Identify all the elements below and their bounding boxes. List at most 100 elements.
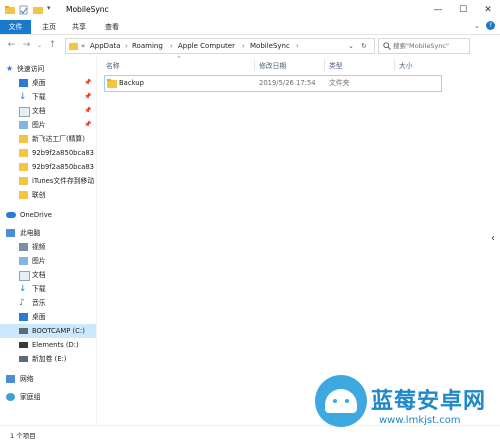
drive-icon: [19, 356, 28, 362]
maximize-button[interactable]: ☐: [451, 0, 475, 20]
folder-icon: [69, 42, 78, 50]
download-icon: ↓: [19, 284, 27, 294]
sidebar-item-desktop[interactable]: 桌面 📌: [0, 76, 96, 90]
tab-home[interactable]: 主页: [36, 20, 62, 34]
desktop-icon: [19, 79, 28, 87]
minimize-button[interactable]: —: [426, 0, 450, 20]
column-header-type[interactable]: 类型: [329, 60, 343, 70]
document-icon: [19, 107, 30, 117]
drive-icon: [19, 328, 28, 334]
sidebar-item-music[interactable]: ♪ 音乐: [0, 296, 96, 310]
column-divider[interactable]: [254, 59, 255, 71]
breadcrumb-overflow[interactable]: «: [81, 40, 85, 52]
cloud-icon: [6, 212, 16, 218]
sidebar-item-onedrive[interactable]: OneDrive: [0, 208, 96, 222]
pin-icon[interactable]: 📌: [84, 104, 91, 118]
homegroup-icon: [6, 393, 15, 401]
file-name[interactable]: Backup: [119, 78, 144, 89]
file-type: 文件夹: [329, 79, 350, 87]
computer-icon: [6, 229, 15, 237]
watermark: 蓝莓安卓网 www.lmkjst.com: [315, 375, 495, 437]
sidebar-item-this-pc[interactable]: 此电脑: [0, 226, 96, 240]
sidebar-item-label: 文档: [32, 271, 46, 279]
watermark-brand: 蓝莓安卓网: [371, 389, 487, 414]
sidebar-item-label: 新飞达工厂(精算): [32, 135, 85, 143]
sidebar-item-folder[interactable]: 92b9f2a850bca83: [0, 146, 96, 160]
sidebar-item-folder[interactable]: 新飞达工厂(精算): [0, 132, 96, 146]
sidebar-item-label: 此电脑: [20, 229, 41, 237]
sidebar-item-folder[interactable]: iTunes文件存到移动: [0, 174, 96, 188]
sidebar-item-pictures[interactable]: 图片 📌: [0, 118, 96, 132]
sidebar-item-label: 音乐: [32, 299, 46, 307]
refresh-icon[interactable]: ↻: [361, 40, 367, 52]
sidebar-item-label: 家庭组: [20, 393, 41, 401]
close-button[interactable]: ✕: [476, 0, 500, 20]
sidebar-item-documents[interactable]: 文档: [0, 268, 96, 282]
sidebar-item-label: 下载: [32, 285, 46, 293]
properties-icon[interactable]: [19, 5, 29, 15]
breadcrumb-mobilesync[interactable]: MobileSync: [250, 40, 290, 52]
desktop-icon: [19, 313, 28, 321]
sidebar-item-folder[interactable]: 联创: [0, 188, 96, 202]
search-input[interactable]: 搜索"MobileSync": [378, 38, 470, 54]
breadcrumb-apple-computer[interactable]: Apple Computer: [178, 40, 235, 52]
download-icon: ↓: [19, 92, 27, 102]
watermark-url: www.lmkjst.com: [379, 415, 461, 426]
sidebar-item-downloads[interactable]: ↓ 下载 📌: [0, 90, 96, 104]
column-headers: 名称 ⌃ 修改日期 类型 大小: [102, 55, 442, 73]
column-divider[interactable]: [324, 59, 325, 71]
watermark-logo: [315, 375, 367, 427]
column-header-name[interactable]: 名称: [106, 60, 120, 70]
sidebar-item-drive-d[interactable]: Elements (D:): [0, 338, 96, 352]
sidebar-item-videos[interactable]: 视频: [0, 240, 96, 254]
sidebar-item-label: 联创: [32, 191, 46, 199]
tab-share[interactable]: 共享: [66, 20, 92, 34]
star-icon: ★: [6, 64, 14, 73]
expand-ribbon-icon[interactable]: ⌄: [474, 22, 480, 30]
sidebar-item-label: 下载: [32, 93, 46, 101]
sidebar-item-label: 桌面: [32, 79, 46, 87]
sidebar-item-network[interactable]: 网络: [0, 372, 96, 386]
sidebar-item-documents[interactable]: 文档 📌: [0, 104, 96, 118]
new-folder-icon[interactable]: [33, 5, 43, 15]
sidebar-item-label: 快速访问: [17, 65, 45, 73]
sidebar-item-desktop[interactable]: 桌面: [0, 310, 96, 324]
up-arrow-icon[interactable]: ↑: [47, 40, 58, 51]
folder-icon: [19, 191, 28, 199]
picture-icon: [19, 257, 28, 265]
title-bar: ▾ MobileSync — ☐ ✕: [0, 0, 500, 21]
breadcrumb-appdata[interactable]: AppData: [90, 40, 120, 52]
item-count: 1 个项目: [10, 432, 36, 440]
chevron-left-icon[interactable]: ‹: [491, 233, 495, 244]
back-arrow-icon[interactable]: ←: [6, 40, 17, 51]
sidebar-item-label: OneDrive: [20, 211, 52, 219]
sidebar-item-homegroup[interactable]: 家庭组: [0, 390, 96, 404]
column-header-size[interactable]: 大小: [399, 60, 413, 70]
sidebar-item-pictures[interactable]: 图片: [0, 254, 96, 268]
sidebar-item-label: 图片: [32, 121, 46, 129]
navigation-pane: ★ 快速访问 桌面 📌 ↓ 下载 📌 文档 📌 图片 📌 新飞达工厂(精算) 9…: [0, 57, 97, 425]
forward-arrow-icon[interactable]: →: [21, 40, 32, 51]
pin-icon[interactable]: 📌: [84, 76, 91, 90]
sidebar-item-drive-e[interactable]: 新加卷 (E:): [0, 352, 96, 366]
sidebar-item-downloads[interactable]: ↓ 下载: [0, 282, 96, 296]
tab-file[interactable]: 文件: [0, 20, 31, 34]
help-icon[interactable]: ?: [486, 21, 495, 30]
breadcrumb-roaming[interactable]: Roaming: [132, 40, 163, 52]
sidebar-item-quick-access[interactable]: ★ 快速访问: [0, 62, 96, 76]
ribbon: 文件 主页 共享 查看 ⌄ ?: [0, 20, 500, 35]
customize-toolbar-icon[interactable]: ▾: [47, 4, 57, 14]
sidebar-item-drive-c[interactable]: BOOTCAMP (C:): [0, 324, 96, 338]
folder-icon: [5, 6, 15, 14]
sidebar-item-folder[interactable]: 92b9f2a850bca83: [0, 160, 96, 174]
table-row[interactable]: Backup 2019/5/26 17:54 文件夹: [104, 75, 442, 92]
pin-icon[interactable]: 📌: [84, 90, 91, 104]
tab-view[interactable]: 查看: [99, 20, 125, 34]
address-bar[interactable]: « AppData › Roaming › Apple Computer › M…: [65, 38, 375, 54]
column-divider[interactable]: [394, 59, 395, 71]
sort-ascending-icon: ⌃: [176, 55, 182, 63]
recent-locations-icon[interactable]: ⌄: [34, 40, 45, 51]
column-header-modified[interactable]: 修改日期: [259, 60, 286, 70]
address-dropdown-icon[interactable]: ⌄: [348, 40, 354, 52]
pin-icon[interactable]: 📌: [84, 118, 91, 132]
